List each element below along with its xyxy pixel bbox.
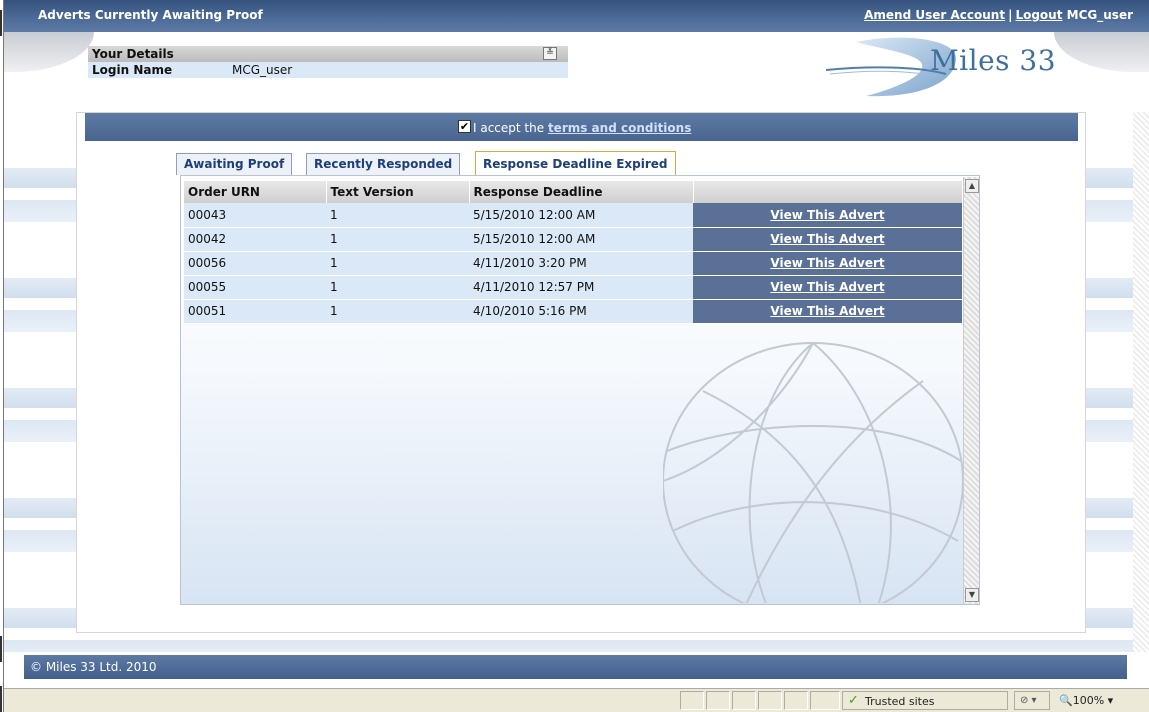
order-urn-cell: 00055 — [184, 275, 326, 300]
logo-text: Miles 33 — [930, 44, 1057, 77]
top-header-bar: Adverts Currently Awaiting Proof Amend U… — [4, 0, 1149, 32]
view-this-advert-button[interactable]: View This Advert — [693, 227, 962, 252]
logout-link[interactable]: Logout — [1015, 8, 1062, 22]
view-this-advert-button[interactable]: View This Advert — [693, 251, 962, 276]
trusted-check-icon: ✓ — [848, 693, 859, 708]
edge-mark — [0, 10, 2, 36]
globe-watermark-icon — [663, 342, 963, 603]
zoom-level-button[interactable]: 🔍100% ▾ — [1054, 691, 1144, 710]
main-panel: ✔ I accept the terms and conditions Awai… — [76, 112, 1086, 633]
security-zone[interactable]: ✓ Trusted sites — [842, 691, 1008, 710]
page-title: Adverts Currently Awaiting Proof — [38, 8, 263, 22]
table-row: 00042 1 5/15/2010 12:00 AM View This Adv… — [184, 227, 962, 252]
tab-recently-responded[interactable]: Recently Responded — [306, 153, 461, 175]
protected-mode-icon[interactable]: ⊘ ▾ — [1014, 691, 1050, 710]
security-zone-label: Trusted sites — [865, 695, 935, 708]
table-header-row: Order URN Text Version Response Deadline — [184, 181, 963, 203]
status-segment — [810, 691, 840, 710]
status-segment — [706, 691, 730, 710]
table-row: 00043 1 5/15/2010 12:00 AM View This Adv… — [184, 203, 962, 228]
column-header-text-version[interactable]: Text Version — [326, 181, 470, 203]
status-segment — [784, 691, 808, 710]
status-segment — [680, 691, 704, 710]
text-version-cell: 1 — [326, 275, 469, 300]
response-deadline-cell: 5/15/2010 12:00 AM — [469, 227, 693, 252]
table-row: 00055 1 4/11/2010 12:57 PM View This Adv… — [184, 275, 962, 300]
account-links: Amend User Account | Logout MCG_user — [864, 8, 1133, 22]
order-urn-cell: 00042 — [184, 227, 326, 252]
terms-and-conditions-link[interactable]: terms and conditions — [548, 121, 691, 135]
column-header-order-urn[interactable]: Order URN — [184, 181, 327, 203]
miles33-logo: Miles 33 — [825, 36, 1116, 100]
your-details-title: Your Details — [92, 47, 174, 61]
header-swoosh-left — [4, 32, 94, 72]
view-this-advert-button[interactable]: View This Advert — [693, 203, 962, 228]
tab-response-deadline-expired[interactable]: Response Deadline Expired — [475, 151, 676, 175]
tab-awaiting-proof[interactable]: Awaiting Proof — [176, 153, 293, 175]
order-urn-cell: 00056 — [184, 251, 326, 276]
adverts-grid: Order URN Text Version Response Deadline… — [180, 175, 980, 605]
your-details-panel: Your Details ≚ Login Name MCG_user — [88, 46, 568, 78]
terms-bar: ✔ I accept the terms and conditions — [85, 113, 1078, 141]
text-version-cell: 1 — [326, 299, 469, 324]
view-this-advert-button[interactable]: View This Advert — [693, 275, 962, 300]
login-name-row: Login Name MCG_user — [88, 62, 568, 78]
scroll-down-arrow-icon[interactable]: ▼ — [965, 588, 979, 602]
page-footer: © Miles 33 Ltd. 2010 — [24, 655, 1127, 679]
edge-mark — [0, 686, 2, 712]
edge-mark — [0, 636, 2, 662]
response-deadline-cell: 5/15/2010 12:00 AM — [469, 203, 693, 228]
text-version-cell: 1 — [326, 251, 469, 276]
response-deadline-cell: 4/11/2010 12:57 PM — [469, 275, 693, 300]
browser-status-bar: ✓ Trusted sites ⊘ ▾ 🔍100% ▾ — [4, 688, 1149, 712]
link-separator: | — [1008, 8, 1013, 22]
table-row: 00051 1 4/10/2010 5:16 PM View This Adve… — [184, 299, 962, 324]
response-deadline-cell: 4/10/2010 5:16 PM — [469, 299, 693, 324]
text-version-cell: 1 — [326, 203, 469, 228]
column-header-response-deadline[interactable]: Response Deadline — [469, 181, 694, 203]
accept-terms-text: I accept the terms and conditions — [473, 121, 691, 135]
status-segment — [758, 691, 782, 710]
right-edge-hatch — [1133, 112, 1149, 652]
order-urn-cell: 00051 — [184, 299, 326, 324]
accept-terms-checkbox[interactable]: ✔ — [458, 120, 471, 133]
current-username: MCG_user — [1066, 8, 1133, 22]
adverts-table: Order URN Text Version Response Deadline… — [184, 181, 963, 324]
login-name-label: Login Name — [92, 63, 173, 77]
text-version-cell: 1 — [326, 227, 469, 252]
accept-terms-prefix: I accept the — [473, 121, 548, 135]
copyright-text: © Miles 33 Ltd. 2010 — [30, 660, 157, 674]
amend-user-account-link[interactable]: Amend User Account — [864, 8, 1005, 22]
header-area: Your Details ≚ Login Name MCG_user Miles… — [4, 32, 1149, 112]
collapse-chevron-icon[interactable]: ≚ — [543, 47, 557, 60]
status-segment — [732, 691, 756, 710]
your-details-header: Your Details ≚ — [88, 46, 568, 62]
order-urn-cell: 00043 — [184, 203, 326, 228]
response-deadline-cell: 4/11/2010 3:20 PM — [469, 251, 693, 276]
table-row: 00056 1 4/11/2010 3:20 PM View This Adve… — [184, 251, 962, 276]
login-name-value: MCG_user — [232, 63, 293, 77]
scroll-up-arrow-icon[interactable]: ▲ — [965, 179, 979, 193]
grid-vertical-scrollbar[interactable]: ▲ ▼ — [963, 177, 979, 604]
view-this-advert-button[interactable]: View This Advert — [693, 299, 962, 324]
column-header-action — [693, 181, 963, 203]
